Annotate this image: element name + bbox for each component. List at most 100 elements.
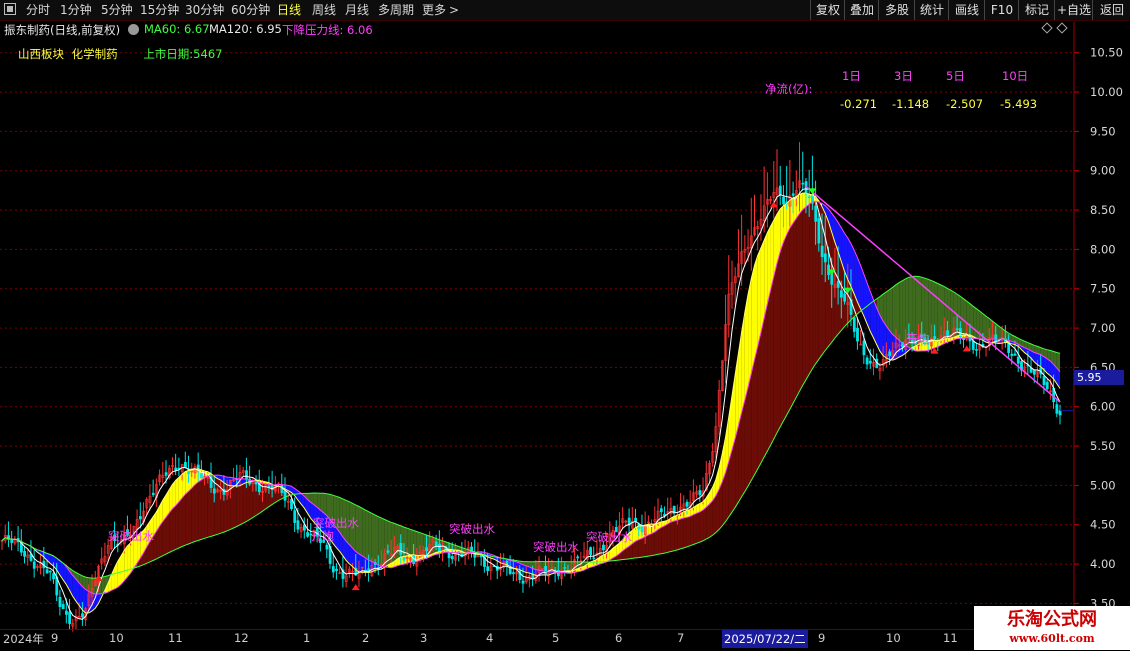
fuquan-button[interactable]: 复权 [810,0,845,20]
chevron-down-icon[interactable] [128,24,139,35]
date-label: 9 [818,631,825,645]
y-tick-label: 4.50 [1090,518,1116,532]
draw-line-button[interactable]: 画线 [948,0,985,20]
multi-stock-button[interactable]: 多股 [878,0,915,20]
trend-band [182,494,185,546]
trend-band [780,242,783,427]
period-tab-30min[interactable]: 30分钟 [185,2,224,18]
back-button[interactable]: 返回 [1092,0,1130,20]
flow-period-5d: 5日 [946,68,965,84]
f10-button[interactable]: F10 [984,0,1019,20]
signal-breakout: 突破出水 [108,528,154,544]
candle-body [400,543,402,554]
candle-body [1033,370,1035,374]
period-tab-60min[interactable]: 60分钟 [231,2,270,18]
trend-band [324,493,327,515]
candle-body [69,612,71,624]
trend-band [777,252,780,433]
period-tab-1min[interactable]: 1分钟 [60,2,92,18]
period-tab-15min[interactable]: 15分钟 [140,2,179,18]
trend-band [176,502,179,550]
trend-band [372,513,375,563]
stats-button[interactable]: 统计 [914,0,949,20]
trend-band [668,522,671,552]
candle-body [1043,376,1045,384]
trend-band [652,532,655,556]
candle-body [46,570,48,573]
more-label: 更多 [422,3,446,17]
menu-icon[interactable] [4,3,16,15]
trend-band [674,520,677,551]
trend-band [899,281,902,344]
flow-period-10d: 10日 [1002,68,1028,84]
trend-band [774,263,777,439]
trend-band [697,512,700,543]
candle-body [487,567,489,571]
candle-body [853,318,855,332]
candle-body [165,473,167,476]
period-tab-daily[interactable]: 日线 [277,2,301,18]
trend-band [179,498,182,548]
candle-body [284,491,286,500]
candle-body [818,218,820,243]
trend-band [166,513,169,554]
candle-body [255,482,257,484]
kline-chart[interactable]: 3.504.004.505.005.506.006.507.007.508.00… [0,22,1130,650]
candle-body [387,551,389,553]
flow-value-10d: -5.493 [1000,97,1037,111]
candle-body [856,328,858,341]
candle-body [425,548,427,551]
candle-body [1056,405,1058,414]
trend-band [706,504,709,539]
momentum-band [748,279,751,387]
period-tab-multi[interactable]: 多周期 [378,2,414,18]
trend-band [639,538,642,557]
y-tick-label: 8.00 [1090,242,1116,256]
trend-band [661,526,664,554]
trend-band [163,517,166,555]
candle-body [1017,357,1019,363]
trend-band [365,510,368,560]
candle-body [451,556,453,558]
ma60-value: MA60: 6.67 [144,22,210,36]
candle-body [281,485,283,492]
candle-body [59,597,61,606]
flow-period-1d: 1日 [842,68,861,84]
overlay-button[interactable]: 叠加 [844,0,879,20]
trend-band [362,508,365,558]
period-tab-more[interactable]: 更多> [422,2,459,18]
trend-band [796,214,799,398]
period-tab-monthly[interactable]: 月线 [345,2,369,18]
trend-band [671,521,674,552]
trend-band [883,292,886,326]
period-tab-5min[interactable]: 5分钟 [101,2,133,18]
date-label: 6 [615,631,622,645]
candle-body [699,490,701,495]
period-tab-minute[interactable]: 分时 [26,2,50,18]
candle-body [24,551,26,556]
trend-band [700,510,703,542]
date-label: 2024年 [3,631,44,647]
candle-body [593,558,595,559]
trend-band [758,333,761,469]
candle-body [49,571,51,572]
y-tick-label: 9.50 [1090,124,1116,138]
candle-body [335,569,337,571]
sector-label: 山西板块 [18,47,64,61]
y-tick-label: 5.00 [1090,478,1116,492]
mark-button[interactable]: 标记 [1018,0,1055,20]
candle-body [33,562,35,568]
trend-band [742,400,745,497]
ma120-value: MA120: 6.95 [209,22,282,36]
add-watchlist-button[interactable]: +自选 [1054,0,1093,20]
candle-body [889,352,891,356]
date-label: 7 [677,631,684,645]
trend-band [793,218,796,403]
momentum-band [176,477,179,505]
trend-band [713,496,716,536]
candle-body [1059,411,1061,415]
y-tick-label: 7.00 [1090,321,1116,335]
trend-band [771,276,774,445]
period-tab-weekly[interactable]: 周线 [312,2,336,18]
trend-band [890,287,893,334]
